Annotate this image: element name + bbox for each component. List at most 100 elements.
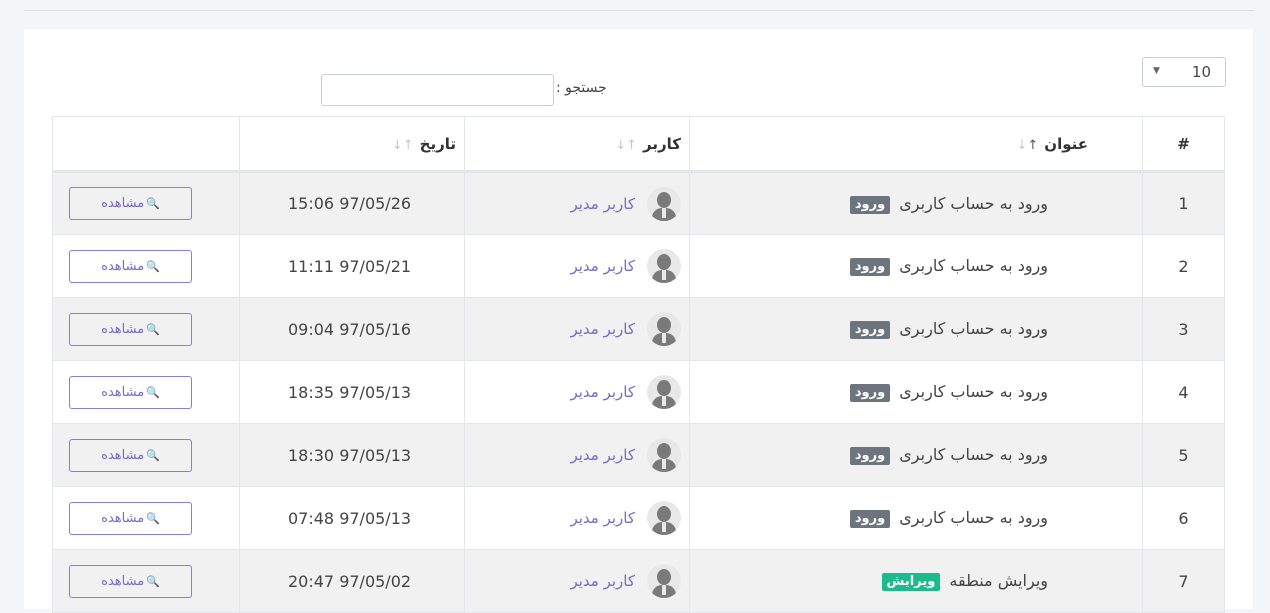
row-user-link[interactable]: کاربر مدیر <box>570 320 635 338</box>
table-row: 5 ورود به حساب کاربری ورود کاربر مدیر 18:30… <box>52 423 1225 487</box>
row-title-cell: ورود به حساب کاربری ورود <box>689 171 1143 235</box>
row-user-cell: کاربر مدیر <box>464 297 690 361</box>
column-title-label: عنوان <box>1044 134 1088 153</box>
page-length-select[interactable]: ▼ 10 <box>1142 57 1226 87</box>
row-number: 3 <box>1142 297 1225 361</box>
avatar <box>647 186 681 221</box>
row-number: 5 <box>1142 423 1225 487</box>
row-number: 2 <box>1142 234 1225 298</box>
row-title-cell: ورود به حساب کاربری ورود <box>689 486 1143 550</box>
view-button-label: مشاهده <box>101 384 145 400</box>
row-number: 1 <box>1142 171 1225 235</box>
row-actions-cell: 🔍مشاهده <box>52 171 240 235</box>
row-badge: ورود <box>849 447 891 465</box>
row-user-cell: کاربر مدیر <box>464 549 690 613</box>
view-button[interactable]: 🔍مشاهده <box>69 249 192 283</box>
search-label: جستجو : <box>556 80 607 96</box>
avatar <box>647 312 681 346</box>
column-header-num[interactable]: # <box>1142 116 1225 173</box>
avatar <box>647 501 681 535</box>
avatar <box>647 375 681 409</box>
row-actions-cell: 🔍مشاهده <box>52 360 240 424</box>
row-user-cell: کاربر مدیر <box>464 423 690 487</box>
column-header-date[interactable]: تاریخ ↑↓ <box>239 116 465 173</box>
row-actions-cell: 🔍مشاهده <box>52 297 240 361</box>
row-badge: ورود <box>849 195 891 214</box>
column-header-title[interactable]: عنوان ↑↓ <box>689 116 1143 173</box>
view-button-label: مشاهده <box>101 258 145 274</box>
row-number: 7 <box>1142 549 1225 613</box>
row-user-link[interactable]: کاربر مدیر <box>570 383 635 401</box>
view-button[interactable]: 🔍مشاهده <box>69 564 192 598</box>
table-row: 1 ورود به حساب کاربری ورود کاربر مدیر 15:06… <box>52 171 1225 235</box>
row-title: ورود به حساب کاربری <box>899 445 1048 464</box>
row-user-link[interactable]: کاربر مدیر <box>570 572 635 590</box>
row-actions-cell: 🔍مشاهده <box>52 234 240 298</box>
row-user-link[interactable]: کاربر مدیر <box>570 195 635 213</box>
search-icon: 🔍 <box>146 448 160 462</box>
row-title-cell: ورود به حساب کاربری ورود <box>689 360 1143 424</box>
row-user-cell: کاربر مدیر <box>464 171 690 235</box>
row-user-cell: کاربر مدیر <box>464 234 690 298</box>
row-badge: ویرایش <box>881 573 941 591</box>
row-title-cell: ورود به حساب کاربری ورود <box>689 297 1143 361</box>
row-title: ورود به حساب کاربری <box>899 508 1048 527</box>
row-actions-cell: 🔍مشاهده <box>52 423 240 487</box>
view-button-label: مشاهده <box>101 573 145 589</box>
view-button[interactable]: 🔍مشاهده <box>69 375 192 409</box>
search-icon: 🔍 <box>146 385 160 399</box>
row-user-cell: کاربر مدیر <box>464 360 690 424</box>
page-length-value: 10 <box>1191 63 1211 81</box>
row-user-cell: کاربر مدیر <box>464 486 690 550</box>
sort-icon: ↑↓ <box>391 137 414 153</box>
table-row: 2 ورود به حساب کاربری ورود کاربر مدیر 11:11… <box>52 234 1225 298</box>
avatar <box>647 564 681 598</box>
row-title: ورود به حساب کاربری <box>899 193 1048 213</box>
column-user-label: کاربر <box>643 134 681 153</box>
column-date-label: تاریخ <box>419 134 456 153</box>
view-button[interactable]: 🔍مشاهده <box>69 187 192 220</box>
row-date: 18:30 97/05/13 <box>239 423 465 487</box>
row-date: 18:35 97/05/13 <box>239 360 465 424</box>
row-date: 20:47 97/05/02 <box>239 549 465 613</box>
row-title: ورود به حساب کاربری <box>899 382 1048 401</box>
search-icon: 🔍 <box>146 511 160 525</box>
table-row: 4 ورود به حساب کاربری ورود کاربر مدیر 18:35… <box>52 360 1225 424</box>
column-header-user[interactable]: کاربر ↑↓ <box>464 116 690 173</box>
logs-table: # عنوان↑↓ کاربر↑↓ تاریخ↑↓ 1 ورود به حساب … <box>52 116 1225 613</box>
view-button-label: مشاهده <box>101 447 145 463</box>
table-header-row: # عنوان ↑↓ کاربر ↑↓ تاریخ ↑↓ <box>52 116 1225 173</box>
row-date: 09:04 97/05/16 <box>239 297 465 361</box>
row-badge: ورود <box>849 510 891 528</box>
view-button-label: مشاهده <box>101 510 145 526</box>
row-date: 11:11 97/05/21 <box>239 234 465 298</box>
row-user-link[interactable]: کاربر مدیر <box>570 446 635 464</box>
search-icon: 🔍 <box>146 197 160 210</box>
top-divider <box>24 10 1254 11</box>
table-row: 3 ورود به حساب کاربری ورود کاربر مدیر 09:04… <box>52 297 1225 361</box>
row-title: ورود به حساب کاربری <box>899 319 1048 338</box>
row-number: 4 <box>1142 360 1225 424</box>
row-title-cell: ویرایش منطقه ویرایش <box>689 549 1143 613</box>
search-icon: 🔍 <box>146 574 160 588</box>
table-row: 7 ویرایش منطقه ویرایش کاربر مدیر 20:47 97/0… <box>52 549 1225 613</box>
row-date: 07:48 97/05/13 <box>239 486 465 550</box>
row-number: 6 <box>1142 486 1225 550</box>
avatar <box>647 438 681 472</box>
row-actions-cell: 🔍مشاهده <box>52 549 240 613</box>
column-header-actions <box>52 116 240 173</box>
row-badge: ورود <box>849 258 891 276</box>
search-input[interactable] <box>321 74 554 106</box>
row-user-link[interactable]: کاربر مدیر <box>570 257 635 275</box>
row-badge: ورود <box>849 321 891 339</box>
row-date: 15:06 97/05/26 <box>239 171 465 235</box>
view-button[interactable]: 🔍مشاهده <box>69 501 192 535</box>
row-title-cell: ورود به حساب کاربری ورود <box>689 234 1143 298</box>
view-button[interactable]: 🔍مشاهده <box>69 312 192 346</box>
row-badge: ورود <box>849 384 891 402</box>
row-user-link[interactable]: کاربر مدیر <box>570 509 635 527</box>
view-button[interactable]: 🔍مشاهده <box>69 438 192 472</box>
row-actions-cell: 🔍مشاهده <box>52 486 240 550</box>
row-title: ورود به حساب کاربری <box>899 256 1048 275</box>
sort-asc-icon: ↑↓ <box>1016 137 1039 153</box>
